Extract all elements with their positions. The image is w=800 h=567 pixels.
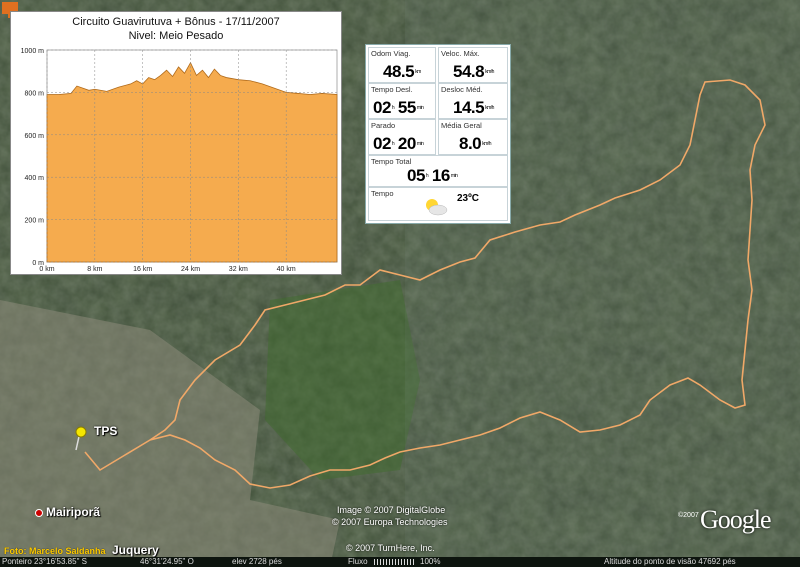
stat-avg-moving-speed-value: 14.5 — [453, 98, 485, 117]
copyright-digitalglobe: Image © 2007 DigitalGlobe — [337, 505, 446, 515]
copyright-turnhere: © 2007 TurnHere, Inc. — [346, 543, 435, 553]
stat-stopped-time: Parado 02h 20min — [368, 119, 436, 155]
y-tick-label: 800 m — [25, 90, 45, 97]
stat-stopped-time-minutes-unit: min — [416, 141, 424, 148]
stat-moving-time-label: Tempo Desl. — [371, 85, 413, 94]
stat-weather-label: Tempo — [371, 189, 394, 198]
stat-total-time-minutes-unit: min — [450, 173, 458, 180]
elevation-title: Circuito Guavirutuva + Bônus - 17/11/200… — [11, 12, 341, 43]
stat-max-speed-label: Veloc. Máx. — [441, 49, 480, 58]
x-tick-label: 16 km — [133, 266, 152, 273]
trip-stats-panel: Odom Viag. 48.5km Veloc. Máx. 54.8km/h T… — [365, 44, 511, 224]
status-bar: Ponteiro 23°16'53.85" S 46°31'24.95" O e… — [0, 557, 800, 567]
status-pointer-lat: Ponteiro 23°16'53.85" S — [2, 557, 87, 566]
place-label-tps: TPS — [94, 424, 118, 438]
stat-odometer-unit: km — [415, 69, 421, 76]
copyright-europa: © 2007 Europa Technologies — [332, 517, 448, 527]
stat-odometer-label: Odom Viag. — [371, 49, 411, 58]
status-stream-label: Fluxo — [348, 557, 368, 566]
x-tick-label: 0 km — [39, 266, 54, 273]
elevation-title-line2: Nivel: Meio Pesado — [128, 30, 224, 42]
stat-total-time: Tempo Total 05h 16min — [368, 155, 508, 187]
stat-avg-moving-speed-unit: km/h — [485, 105, 494, 112]
x-tick-label: 8 km — [87, 266, 102, 273]
stat-odometer: Odom Viag. 48.5km — [368, 47, 436, 83]
status-pointer-lon: 46°31'24.95" O — [140, 557, 194, 566]
stat-stopped-time-hours: 02 — [373, 134, 391, 153]
status-altitude: Altitude do ponto de visão 47692 pés — [604, 557, 736, 566]
x-tick-label: 40 km — [277, 266, 296, 273]
place-label-juquery: Juquery — [112, 543, 159, 557]
stat-odometer-value: 48.5 — [383, 62, 415, 81]
stat-stopped-time-label: Parado — [371, 121, 396, 130]
y-tick-label: 200 m — [25, 218, 45, 225]
stat-stopped-time-minutes: 20 — [397, 134, 416, 153]
y-tick-label: 1000 m — [21, 48, 45, 55]
y-tick-label: 400 m — [25, 175, 45, 182]
stat-moving-time: Tempo Desl. 02h 55min — [368, 83, 436, 119]
partly-cloudy-icon — [426, 199, 448, 216]
stat-avg-moving-speed-label: Desloc Méd. — [441, 85, 483, 94]
stat-overall-avg-unit: km/h — [482, 141, 491, 148]
stat-total-time-label: Tempo Total — [371, 157, 412, 166]
stat-max-speed: Veloc. Máx. 54.8km/h — [438, 47, 508, 83]
photo-credit: Foto: Marcelo Saldanha — [4, 546, 106, 556]
stat-overall-avg-value: 8.0 — [459, 134, 482, 153]
stat-avg-moving-speed: Desloc Méd. 14.5km/h — [438, 83, 508, 119]
stat-total-time-hours: 05 — [407, 166, 425, 185]
status-stream-pct: 100% — [420, 557, 441, 566]
stat-total-time-minutes: 16 — [431, 166, 450, 185]
elevation-title-line1: Circuito Guavirutuva + Bônus - 17/11/200… — [72, 16, 280, 28]
place-label-mairipora: Mairiporã — [46, 505, 101, 519]
stat-overall-avg: Média Geral 8.0km/h — [438, 119, 508, 155]
stat-moving-time-minutes-unit: min — [416, 105, 424, 112]
stat-max-speed-value: 54.8 — [453, 62, 485, 81]
google-logo: Google — [700, 505, 772, 534]
x-tick-label: 24 km — [181, 266, 200, 273]
town-marker-icon[interactable] — [35, 509, 43, 517]
stat-weather: Tempo 23ºC — [368, 187, 508, 221]
status-elevation: elev 2728 pés — [232, 557, 282, 566]
stat-max-speed-unit: km/h — [485, 69, 494, 76]
stat-overall-avg-label: Média Geral — [441, 121, 482, 130]
elevation-chart: 1000 m800 m600 m400 m200 m0 m0 km 8 km 16 … — [21, 48, 338, 273]
stat-weather-temp: 23ºC — [457, 193, 479, 204]
y-tick-label: 600 m — [25, 133, 45, 140]
stat-moving-time-minutes: 55 — [397, 98, 416, 117]
elevation-profile-panel: Circuito Guavirutuva + Bônus - 17/11/200… — [10, 11, 342, 275]
google-copyright-year: ©2007 — [678, 512, 699, 519]
x-tick-label: 32 km — [229, 266, 248, 273]
stat-moving-time-hours: 02 — [373, 98, 391, 117]
stream-progress-bar — [374, 559, 414, 565]
